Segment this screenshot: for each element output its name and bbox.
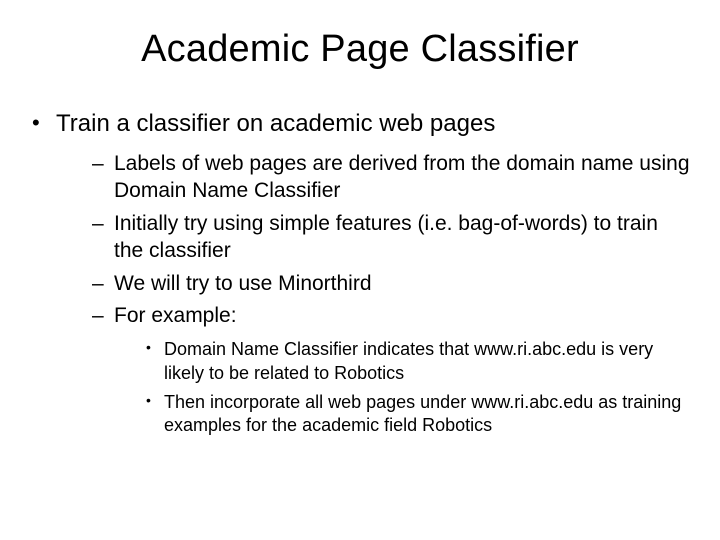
list-item-text: For example: <box>114 304 237 327</box>
list-item: For example: Domain Name Classifier indi… <box>92 303 692 437</box>
list-item-text: Then incorporate all web pages under www… <box>164 392 681 435</box>
list-item-text: Initially try using simple features (i.e… <box>114 212 658 262</box>
list-item-text: Train a classifier on academic web pages <box>56 110 495 137</box>
list-item: Labels of web pages are derived from the… <box>92 151 692 205</box>
list-item: Then incorporate all web pages under www… <box>146 391 692 438</box>
list-item-text: Labels of web pages are derived from the… <box>114 152 690 202</box>
list-item-text: Domain Name Classifier indicates that ww… <box>164 339 653 382</box>
list-item: We will try to use Minorthird <box>92 271 692 298</box>
list-item: Domain Name Classifier indicates that ww… <box>146 338 692 385</box>
bullet-list-level3: Domain Name Classifier indicates that ww… <box>114 338 692 438</box>
list-item: Train a classifier on academic web pages… <box>32 109 692 438</box>
bullet-list-level2: Labels of web pages are derived from the… <box>56 151 692 438</box>
slide-title: Academic Page Classifier <box>28 28 692 71</box>
list-item-text: We will try to use Minorthird <box>114 272 372 295</box>
bullet-list-level1: Train a classifier on academic web pages… <box>28 109 692 438</box>
list-item: Initially try using simple features (i.e… <box>92 211 692 265</box>
